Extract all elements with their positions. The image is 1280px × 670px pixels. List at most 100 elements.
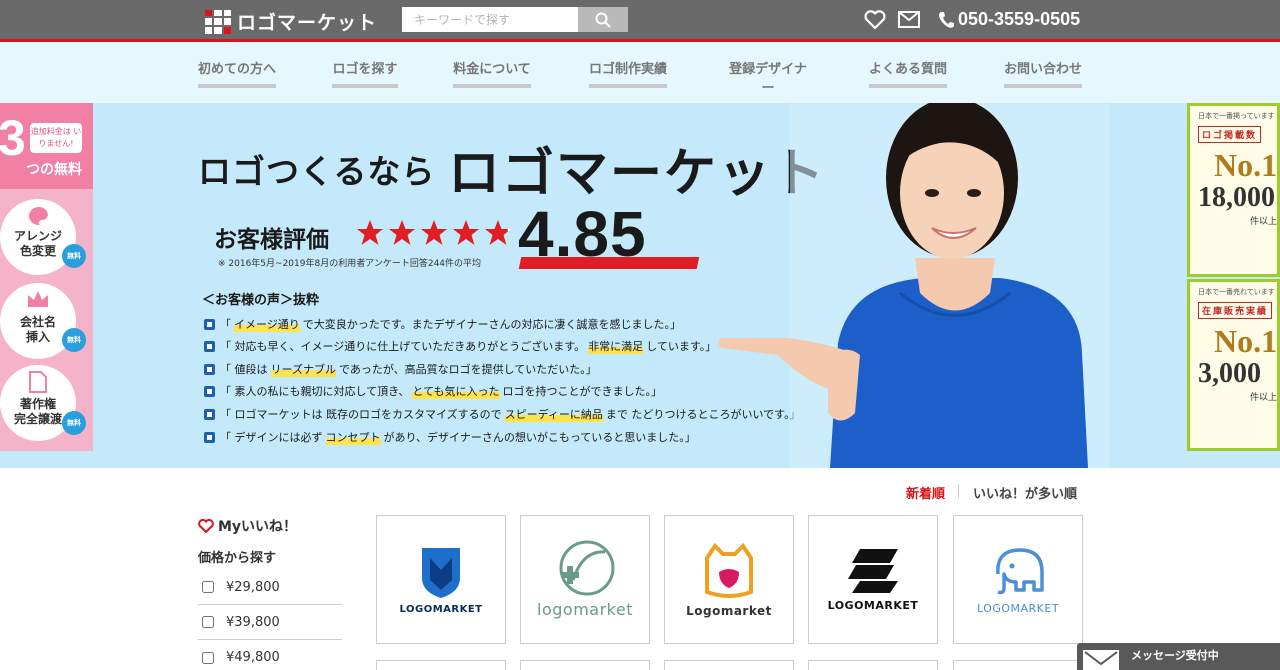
palette-icon	[28, 207, 48, 226]
product-name: LOGOMARKET	[827, 599, 919, 612]
right-banner-listings[interactable]: 日本で一番掲っています ロゴ掲載数 No.1 18,000 件以上	[1187, 103, 1280, 277]
rating-stars	[356, 219, 512, 246]
price-checkbox[interactable]	[202, 616, 214, 628]
free-badge: 無料	[62, 244, 86, 268]
logo-text: ロゴマーケット	[237, 12, 378, 34]
nav-label: 料金について	[453, 62, 531, 77]
nav-item-beginners[interactable]: 初めての方へ	[198, 58, 276, 88]
review-item: 「 素人の私にも親切に対応して頂き、 とても気に入った ロゴを持つことができました。…	[204, 383, 662, 399]
banner-unit: 件以上	[1250, 217, 1278, 227]
nav-label: 登録デザイナー	[729, 62, 807, 96]
price-filter-title: 価格から探す	[198, 551, 277, 566]
phone-icon	[939, 11, 954, 28]
review-pre: 「	[220, 318, 231, 331]
product-name: LOGOMARKET	[976, 602, 1060, 615]
banner-no1: No.1	[1214, 323, 1278, 359]
sort-separator	[958, 484, 959, 498]
banner-tag: 在庫販売実績	[1198, 302, 1273, 319]
price-checkbox[interactable]	[202, 651, 214, 664]
review-item: 「 デザインには必ず コンセプト があり、デザイナーさんの想いがこもっていると思いま…	[204, 429, 696, 445]
nav-item-find-logo[interactable]: ロゴを探す	[332, 58, 398, 88]
review-post: であったが、高品質なロゴを提供していただいた。」	[338, 363, 597, 376]
search-button[interactable]	[578, 7, 628, 32]
s-block-logo-icon	[848, 549, 898, 593]
shield-logo-icon	[422, 548, 460, 598]
header-actions: 050-3559-0505	[864, 9, 1080, 30]
bullet-icon	[204, 408, 215, 420]
review-highlight: スピーディーに納品	[504, 406, 603, 422]
search-icon	[595, 12, 611, 28]
price-label: ¥39,800	[226, 614, 280, 630]
cat-bag-logo-icon	[705, 542, 753, 598]
envelope-icon	[1081, 648, 1121, 670]
document-icon	[29, 371, 47, 393]
bullet-icon	[204, 318, 215, 330]
review-post: しています。」	[646, 340, 717, 353]
banner-number: 3,000	[1198, 358, 1261, 389]
nav-item-pricing[interactable]: 料金について	[453, 58, 531, 88]
elephant-logo-icon	[996, 548, 1044, 595]
price-option[interactable]: ¥39,800	[198, 605, 342, 640]
product-card[interactable]	[376, 660, 506, 670]
banner-top-text: 日本で一番掲っています	[1198, 112, 1275, 120]
search-box	[402, 7, 628, 32]
banner-tag: ロゴ掲載数	[1198, 126, 1262, 143]
price-label: ¥49,800	[226, 650, 280, 665]
search-input[interactable]	[402, 7, 578, 32]
review-highlight: イメージ通り	[234, 316, 300, 332]
sort-popular[interactable]: いいね！が多い順	[973, 483, 1077, 502]
sort-newest[interactable]: 新着順	[906, 483, 945, 502]
logo-grid-icon	[205, 9, 231, 34]
banner-no1: No.1	[1214, 147, 1278, 183]
heart-icon[interactable]	[864, 9, 886, 30]
nav-item-designers[interactable]: 登録デザイナー	[723, 58, 813, 107]
product-card[interactable]: LOGOMARKET	[808, 515, 938, 644]
product-name: logomarket	[537, 600, 633, 619]
product-card[interactable]: LOGOMARKET	[376, 515, 506, 644]
review-item: 「イメージ通り で大変良かったです。またデザイナーさんの対応に凄く誠意を感じました…	[204, 316, 681, 332]
my-likes-link[interactable]: Myいいね！	[198, 516, 297, 536]
free-label: つの無料	[26, 162, 82, 178]
review-post: で大変良かったです。またデザイナーさんの対応に凄く誠意を感じました。」	[302, 318, 681, 331]
review-post: ロゴを持つことができました。」	[502, 385, 663, 398]
review-item: 「 対応も早く、イメージ通りに仕上げていただきありがとうございます。 非常に満足し…	[204, 338, 716, 354]
banner-number: 18,000	[1198, 182, 1275, 213]
chat-widget[interactable]: メッセージ受付中	[1077, 643, 1280, 670]
nav-label: お問い合わせ	[1004, 62, 1083, 77]
hero-banner[interactable]: 3 追加料金は いりません! つの無料 アレンジ 色変更 無料 会社名 挿入 無…	[0, 103, 1280, 468]
review-highlight: コンセプト	[325, 429, 381, 445]
rating-note: ※ 2016年5月~2019年8月の利用者アンケート回答244件の平均	[218, 259, 482, 269]
price-checkbox[interactable]	[202, 581, 214, 593]
product-card[interactable]	[664, 660, 794, 670]
product-card[interactable]: logomarket	[520, 515, 650, 644]
product-card[interactable]	[808, 660, 938, 670]
site-logo[interactable]: ロゴマーケット	[205, 8, 377, 35]
right-banner-sales[interactable]: 日本で一番売れています 在庫販売実績 No.1 3,000 件以上	[1187, 279, 1280, 451]
banner-unit: 件以上	[1250, 393, 1278, 403]
heart-icon	[198, 519, 214, 533]
nav-label: よくある質問	[869, 62, 948, 77]
star-icon	[485, 220, 511, 245]
product-card[interactable]: Logomarket	[664, 515, 794, 644]
price-option[interactable]: ¥49,800	[198, 640, 342, 670]
free-item-label: 会社名 挿入	[19, 315, 56, 344]
chat-label: メッセージ受付中	[1131, 649, 1219, 662]
product-card[interactable]	[520, 660, 650, 670]
free-services-panel[interactable]: 3 追加料金は いりません! つの無料 アレンジ 色変更 無料 会社名 挿入 無…	[0, 103, 93, 451]
nav-item-works[interactable]: ロゴ制作実績	[589, 58, 667, 88]
rating-score: 4.85	[518, 197, 700, 271]
rating-label: お客様評価	[214, 227, 329, 253]
product-card[interactable]	[953, 660, 1083, 670]
free-badge: 無料	[62, 328, 86, 352]
product-card[interactable]: LOGOMARKET	[953, 515, 1083, 644]
review-pre: 「 値段は	[220, 363, 268, 376]
nav-item-contact[interactable]: お問い合わせ	[1004, 58, 1082, 88]
phone-number[interactable]: 050-3559-0505	[938, 9, 1080, 30]
mail-icon[interactable]	[898, 11, 920, 28]
my-likes-label: Myいいね！	[218, 519, 298, 535]
phone-text: 050-3559-0505	[958, 9, 1081, 29]
free-badge: 無料	[62, 411, 86, 435]
nav-item-faq[interactable]: よくある質問	[869, 58, 947, 88]
star-icon	[357, 220, 383, 245]
price-option[interactable]: ¥29,800	[198, 570, 342, 605]
